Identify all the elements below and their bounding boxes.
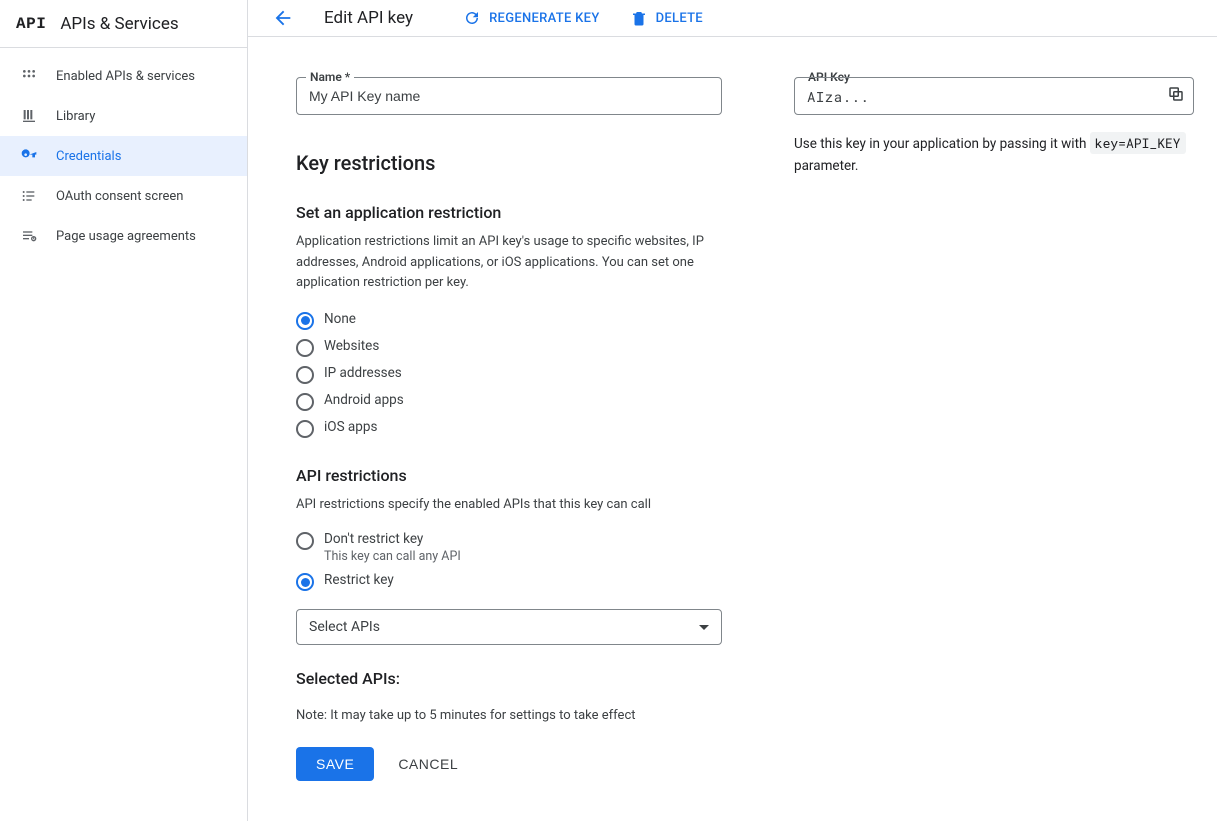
sidebar-item-enabled-apis[interactable]: Enabled APIs & services	[0, 56, 247, 96]
radio-dont-restrict[interactable]: Don't restrict key This key can call any…	[296, 531, 722, 564]
main: Edit API key REGENERATE KEY DELETE Name …	[248, 0, 1217, 821]
settings-note: Note: It may take up to 5 minutes for se…	[296, 708, 722, 723]
name-field-wrap: Name *	[296, 77, 722, 115]
app-restriction-radios: None Websites IP addresses Android apps	[296, 311, 722, 438]
consent-icon	[20, 187, 38, 205]
content: Name * Key restrictions Set an applicati…	[248, 37, 1217, 821]
radio-websites[interactable]: Websites	[296, 338, 722, 357]
delete-button[interactable]: DELETE	[630, 9, 703, 27]
library-icon	[20, 107, 38, 125]
page-title: Edit API key	[324, 8, 413, 28]
radio-icon	[296, 339, 314, 357]
apikey-value: AIza...	[807, 87, 869, 106]
radio-label: Restrict key	[324, 572, 394, 588]
radio-icon	[296, 312, 314, 330]
apikey-help: Use this key in your application by pass…	[794, 133, 1194, 177]
select-apis-dropdown[interactable]: Select APIs	[296, 609, 722, 645]
selected-apis-heading: Selected APIs:	[296, 669, 722, 688]
regenerate-key-button[interactable]: REGENERATE KEY	[463, 9, 600, 27]
sidebar-item-agreements[interactable]: Page usage agreements	[0, 216, 247, 256]
refresh-icon	[463, 9, 481, 27]
sidebar-title: APIs & Services	[60, 14, 178, 34]
select-placeholder: Select APIs	[309, 619, 380, 635]
delete-label: DELETE	[656, 11, 703, 26]
radio-icon	[296, 420, 314, 438]
apikey-help-post: parameter.	[794, 158, 858, 174]
radio-label: iOS apps	[324, 419, 377, 435]
radio-label: Websites	[324, 338, 379, 354]
app-restriction-help: Application restrictions limit an API ke…	[296, 232, 706, 292]
radio-ios-apps[interactable]: iOS apps	[296, 419, 722, 438]
radio-none[interactable]: None	[296, 311, 722, 330]
sidebar-item-credentials[interactable]: Credentials	[0, 136, 247, 176]
api-restriction-radios: Don't restrict key This key can call any…	[296, 531, 722, 591]
radio-label: Don't restrict key	[324, 531, 461, 547]
grid-icon	[20, 67, 38, 85]
button-row: SAVE CANCEL	[296, 747, 722, 781]
apikey-field-wrap: API Key AIza...	[794, 77, 1194, 115]
radio-label: IP addresses	[324, 365, 402, 381]
radio-ip-addresses[interactable]: IP addresses	[296, 365, 722, 384]
trash-icon	[630, 9, 648, 27]
cancel-button[interactable]: CANCEL	[398, 756, 458, 772]
radio-icon	[296, 366, 314, 384]
left-column: Name * Key restrictions Set an applicati…	[296, 77, 722, 781]
topbar: Edit API key REGENERATE KEY DELETE	[248, 0, 1217, 37]
radio-icon	[296, 393, 314, 411]
radio-android-apps[interactable]: Android apps	[296, 392, 722, 411]
sidebar-nav: Enabled APIs & services Library Credenti…	[0, 48, 247, 256]
agreement-icon	[20, 227, 38, 245]
caret-down-icon	[699, 625, 709, 630]
back-button[interactable]	[272, 7, 294, 29]
sidebar: API APIs & Services Enabled APIs & servi…	[0, 0, 248, 821]
app-restriction-heading: Set an application restriction	[296, 203, 722, 222]
regenerate-label: REGENERATE KEY	[489, 11, 600, 26]
sidebar-item-label: Library	[56, 109, 95, 124]
api-logo: API	[16, 15, 46, 33]
name-label: Name *	[306, 70, 354, 84]
sidebar-item-library[interactable]: Library	[0, 96, 247, 136]
name-input[interactable]	[296, 77, 722, 115]
sidebar-item-label: OAuth consent screen	[56, 189, 183, 204]
radio-label: Android apps	[324, 392, 404, 408]
save-button[interactable]: SAVE	[296, 747, 374, 781]
sidebar-item-label: Enabled APIs & services	[56, 69, 195, 84]
radio-icon	[296, 532, 314, 550]
apikey-help-pre: Use this key in your application by pass…	[794, 136, 1090, 152]
api-restriction-help: API restrictions specify the enabled API…	[296, 495, 706, 515]
sidebar-header: API APIs & Services	[0, 0, 247, 48]
copy-button[interactable]	[1167, 85, 1185, 107]
sidebar-item-label: Page usage agreements	[56, 229, 196, 244]
apikey-help-code: key=API_KEY	[1090, 132, 1186, 154]
radio-label: None	[324, 311, 356, 327]
sidebar-item-label: Credentials	[56, 149, 121, 164]
radio-icon	[296, 573, 314, 591]
key-icon	[20, 147, 38, 165]
key-restrictions-heading: Key restrictions	[296, 151, 722, 175]
right-column: API Key AIza... Use this key in your app…	[794, 77, 1194, 781]
api-restriction-heading: API restrictions	[296, 466, 722, 485]
apikey-value-box: AIza...	[794, 77, 1194, 115]
copy-icon	[1167, 85, 1185, 103]
radio-restrict-key[interactable]: Restrict key	[296, 572, 722, 591]
sidebar-item-oauth-consent[interactable]: OAuth consent screen	[0, 176, 247, 216]
radio-sublabel: This key can call any API	[324, 549, 461, 564]
